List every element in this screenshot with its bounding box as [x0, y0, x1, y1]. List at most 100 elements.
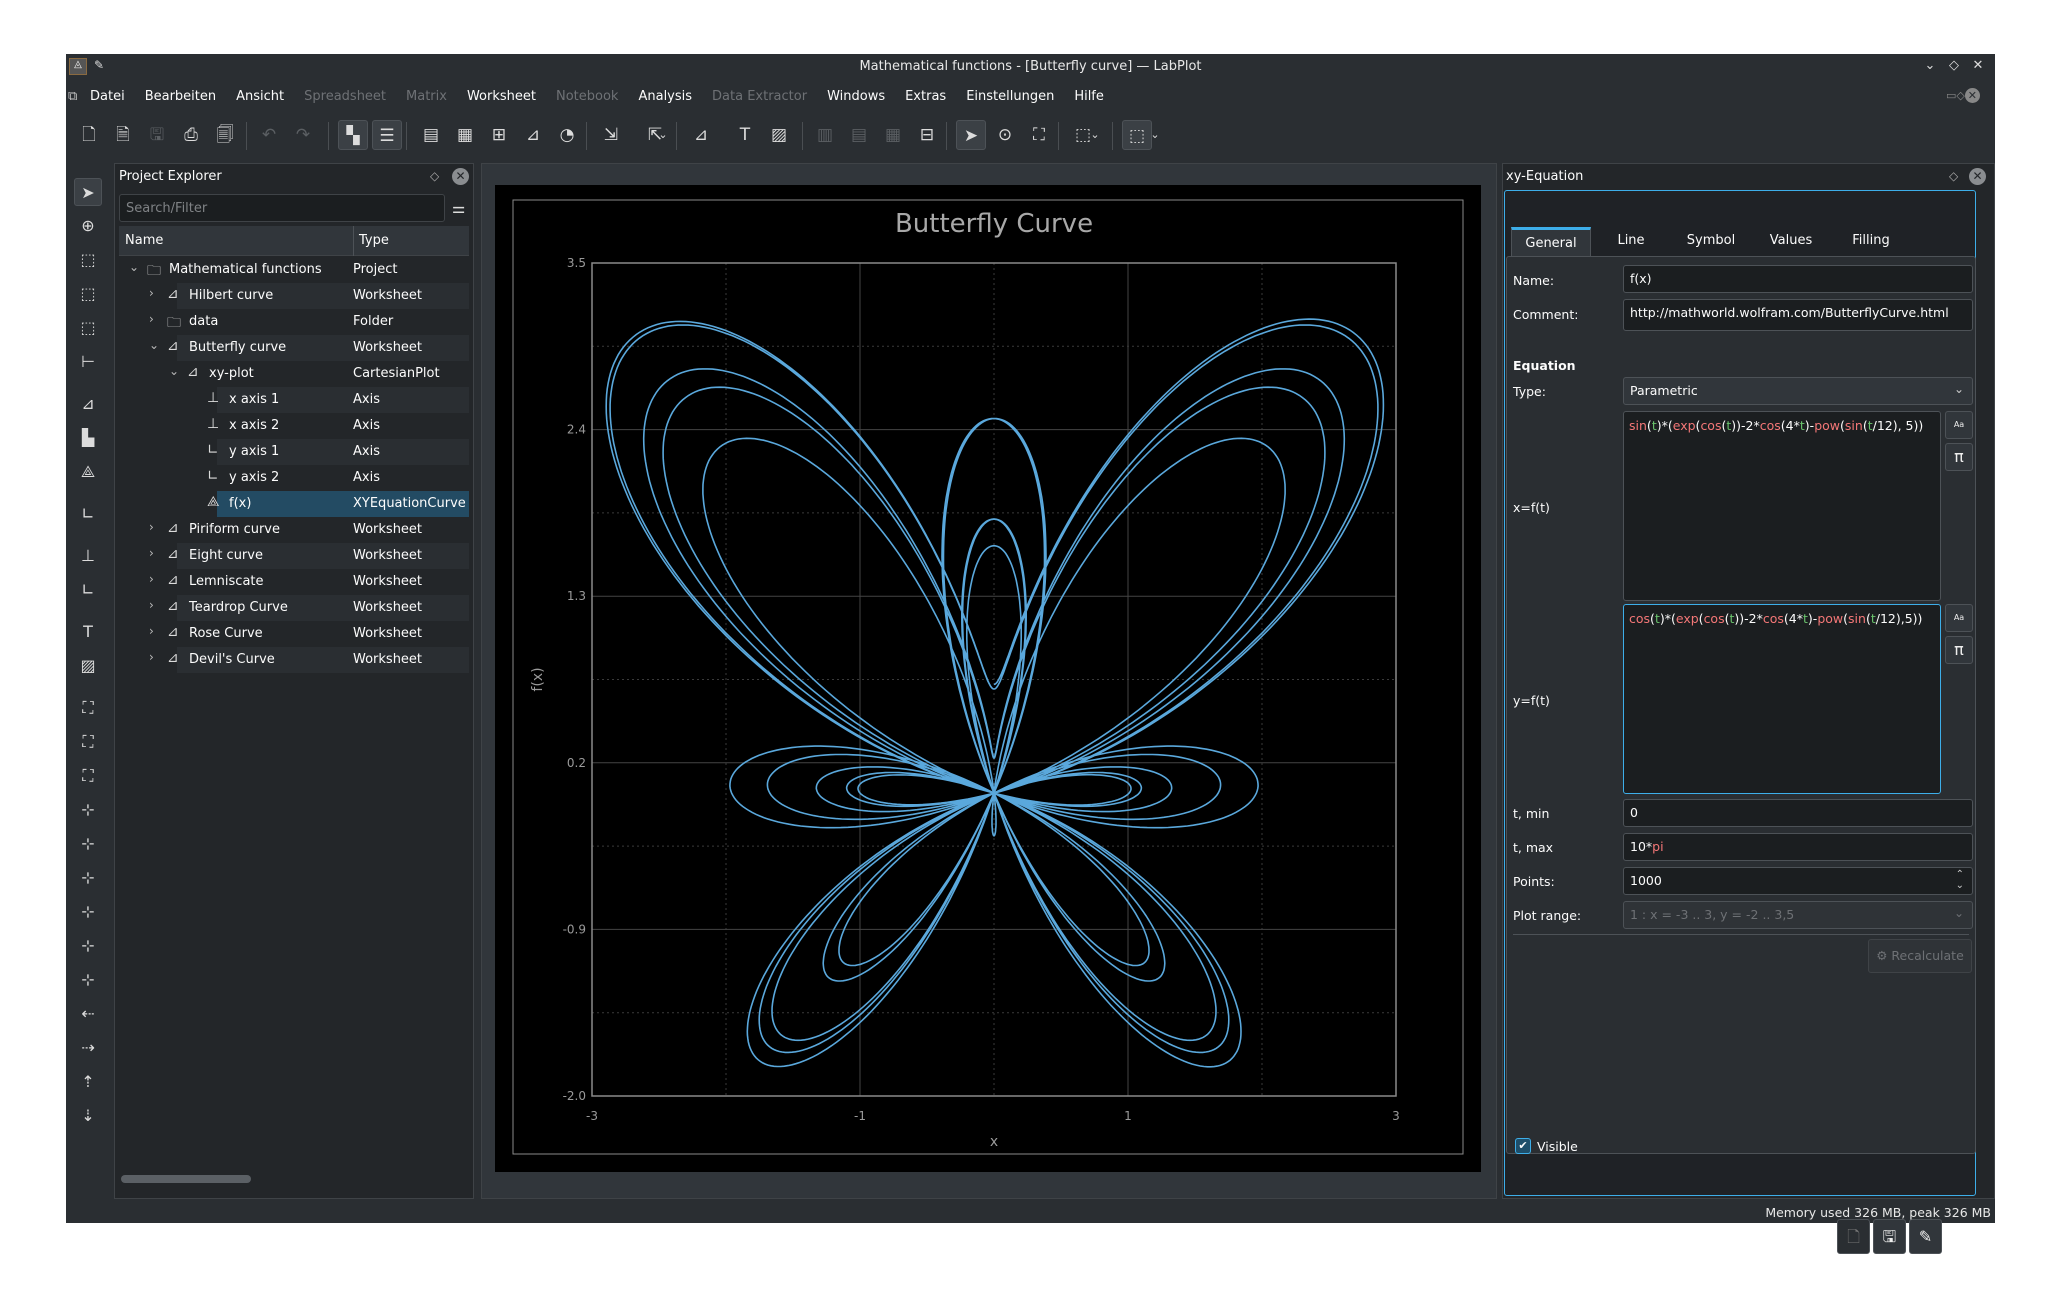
new-project-icon[interactable]: 🗋: [74, 120, 104, 150]
save-as-default-button[interactable]: ✎: [1909, 1219, 1942, 1254]
save-icon[interactable]: 🖫: [142, 120, 172, 150]
add-axis-icon[interactable]: ∟: [74, 500, 102, 528]
functions-button[interactable]: Aa: [1945, 604, 1973, 632]
undo-icon[interactable]: ↶: [254, 120, 284, 150]
menu-data-extractor[interactable]: Data Extractor: [702, 86, 817, 107]
tab-general[interactable]: General: [1511, 227, 1591, 257]
menu-analysis[interactable]: Analysis: [628, 86, 702, 107]
visible-checkbox[interactable]: ✔: [1515, 1138, 1531, 1154]
horizontal-scrollbar[interactable]: [121, 1175, 251, 1183]
comment-input[interactable]: http://mathworld.wolfram.com/ButterflyCu…: [1623, 299, 1973, 331]
dropdown-arrow-icon[interactable]: ⌄: [1148, 120, 1162, 150]
save-config-button[interactable]: 🖫: [1873, 1219, 1906, 1254]
add-text-icon[interactable]: T: [74, 618, 102, 646]
new-notebook-icon[interactable]: ◔: [552, 120, 582, 150]
zoom-out-icon[interactable]: ⊹: [74, 830, 102, 858]
minimize-button[interactable]: ⌄: [1921, 58, 1939, 76]
properties-toggle-icon[interactable]: ☰: [372, 120, 402, 150]
recalculate-button[interactable]: ⚙ Recalculate: [1868, 939, 1972, 973]
tree-row[interactable]: ∟ y axis 1 Axis: [119, 439, 469, 465]
redo-icon[interactable]: ↷: [288, 120, 318, 150]
tab-line[interactable]: Line: [1591, 227, 1671, 257]
shift-left-icon[interactable]: ⇠: [74, 1000, 102, 1028]
zoom-out-y-icon[interactable]: ⊹: [74, 966, 102, 994]
load-config-button[interactable]: 🗋: [1837, 1219, 1870, 1254]
add-y-axis-icon[interactable]: ∟: [74, 576, 102, 604]
tab-symbol[interactable]: Symbol: [1671, 227, 1751, 257]
tree-row[interactable]: › ⊿ Hilbert curve Worksheet: [119, 283, 469, 309]
scale-auto-x-icon[interactable]: ⛶: [74, 728, 102, 756]
shift-down-icon[interactable]: ⇣: [74, 1102, 102, 1130]
scale-auto-y-icon[interactable]: ⛶: [74, 762, 102, 790]
tree-row[interactable]: ⌄ 🗀 Mathematical functions Project: [119, 257, 469, 283]
app-menu-icon[interactable]: ⧉: [68, 89, 77, 104]
zoom-select-y-icon[interactable]: ⬚: [74, 314, 102, 342]
tree-row[interactable]: ⌄ ⊿ Butterfly curve Worksheet: [119, 335, 469, 361]
x-expression-input[interactable]: sin(t)*(exp(cos(t))-2*cos(4*t)-pow(sin(t…: [1623, 411, 1941, 601]
shift-up-icon[interactable]: ⇡: [74, 1068, 102, 1096]
zoom-in-icon[interactable]: ⊹: [74, 796, 102, 824]
new-file-icon[interactable]: 🗎: [108, 120, 138, 150]
filter-settings-icon[interactable]: ⚌: [452, 199, 465, 217]
tree-row[interactable]: › ⊿ Eight curve Worksheet: [119, 543, 469, 569]
add-equation-icon[interactable]: ⟁: [74, 458, 102, 486]
tree-row[interactable]: › ⊿ Rose Curve Worksheet: [119, 621, 469, 647]
name-input[interactable]: f(x): [1623, 265, 1973, 293]
tree-row[interactable]: ⊥ x axis 2 Axis: [119, 413, 469, 439]
zoom-in-y-icon[interactable]: ⊹: [74, 932, 102, 960]
layout-vertical-icon[interactable]: ▥: [810, 120, 840, 150]
break-layout-icon[interactable]: ⊟: [912, 120, 942, 150]
mdi-controls[interactable]: ▭◇ ✕: [1946, 88, 1980, 103]
menu-worksheet[interactable]: Worksheet: [457, 86, 546, 107]
chevron-right-icon[interactable]: ›: [149, 286, 154, 300]
tree-row[interactable]: › ⊿ Lemniscate Worksheet: [119, 569, 469, 595]
chevron-right-icon[interactable]: ›: [149, 520, 154, 534]
tab-values[interactable]: Values: [1751, 227, 1831, 257]
menu-datei[interactable]: Datei: [80, 86, 135, 107]
y-expression-input[interactable]: cos(t)*(exp(cos(t))-2*cos(4*t)-pow(sin(t…: [1623, 604, 1941, 794]
select-icon[interactable]: ➤: [74, 178, 102, 206]
close-window-button[interactable]: ✕: [1969, 58, 1987, 76]
zoom-select-icon[interactable]: ⬚: [74, 246, 102, 274]
new-datapicker-icon[interactable]: ⊞: [484, 120, 514, 150]
chevron-down-icon[interactable]: ⌄: [129, 260, 139, 274]
menu-windows[interactable]: Windows: [817, 86, 895, 107]
menu-extras[interactable]: Extras: [895, 86, 956, 107]
print-icon[interactable]: ⎙: [176, 120, 206, 150]
tree-row[interactable]: › ⊿ Devil's Curve Worksheet: [119, 647, 469, 673]
menu-spreadsheet[interactable]: Spreadsheet: [294, 86, 396, 107]
tree-row[interactable]: › ⊿ Teardrop Curve Worksheet: [119, 595, 469, 621]
tree-row[interactable]: ⊥ x axis 1 Axis: [119, 387, 469, 413]
zoom-in-x-icon[interactable]: ⊹: [74, 864, 102, 892]
add-histogram-icon[interactable]: ▙: [74, 424, 102, 452]
tree-row[interactable]: › 🗀 data Folder: [119, 309, 469, 335]
chevron-right-icon[interactable]: ›: [149, 312, 154, 326]
select-mode-icon[interactable]: ➤: [956, 120, 986, 150]
menu-ansicht[interactable]: Ansicht: [226, 86, 294, 107]
tree-row[interactable]: ⌄ ⊿ xy-plot CartesianPlot: [119, 361, 469, 387]
tree-row[interactable]: ⟁ f(x) XYEquationCurve: [119, 491, 469, 517]
tree-row[interactable]: ∟ y axis 2 Axis: [119, 465, 469, 491]
zoom-mode-icon[interactable]: ⊙: [990, 120, 1020, 150]
layout-horizontal-icon[interactable]: ▤: [844, 120, 874, 150]
menu-bearbeiten[interactable]: Bearbeiten: [135, 86, 226, 107]
new-spreadsheet-icon[interactable]: ▤: [416, 120, 446, 150]
tmin-input[interactable]: 0: [1623, 799, 1973, 827]
constants-pi-button[interactable]: π: [1945, 443, 1973, 471]
chevron-down-icon[interactable]: ⌄: [169, 364, 179, 378]
constants-pi-button[interactable]: π: [1945, 636, 1973, 664]
butterfly-curve-series[interactable]: [605, 318, 1385, 1068]
zoom-out-x-icon[interactable]: ⊹: [74, 898, 102, 926]
new-plot-icon[interactable]: ⊿: [686, 120, 716, 150]
mdi-close-icon[interactable]: ✕: [1964, 88, 1980, 103]
layout-grid-icon[interactable]: ▦: [878, 120, 908, 150]
shift-right-icon[interactable]: ⇢: [74, 1034, 102, 1062]
column-type[interactable]: Type: [359, 233, 389, 248]
cursor-icon[interactable]: ⊢: [74, 348, 102, 376]
chevron-right-icon[interactable]: ›: [149, 546, 154, 560]
chevron-right-icon[interactable]: ›: [149, 624, 154, 638]
menu-notebook[interactable]: Notebook: [546, 86, 628, 107]
functions-button[interactable]: Aa: [1945, 411, 1973, 439]
tmax-input[interactable]: 10*pi: [1623, 833, 1973, 861]
close-dock-button[interactable]: ✕: [1969, 168, 1986, 185]
